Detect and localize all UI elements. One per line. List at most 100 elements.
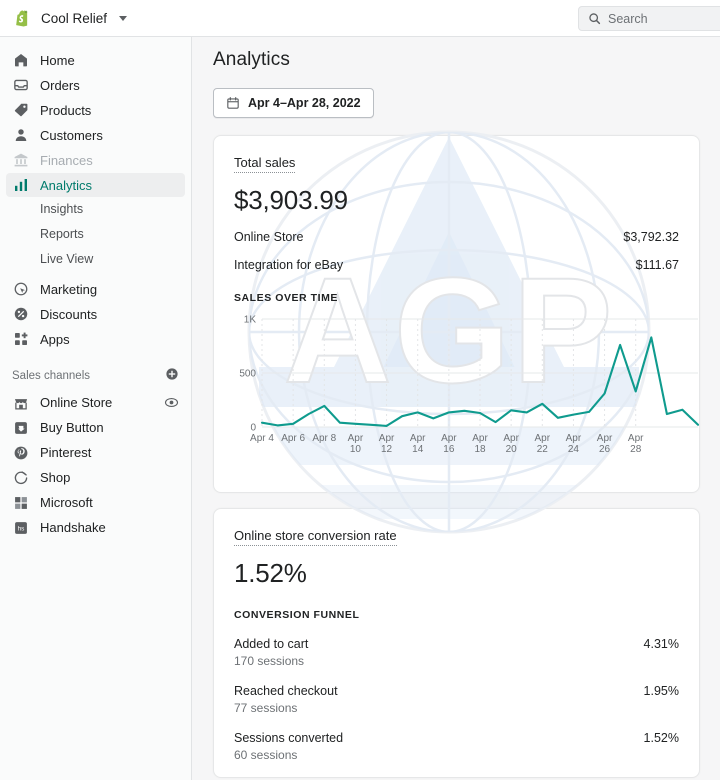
conversion-rate-value: 1.52% bbox=[234, 558, 307, 588]
funnel-row-sessions-converted: Sessions converted 60 sessions 1.52% bbox=[234, 731, 679, 762]
page-title: Analytics bbox=[213, 49, 290, 70]
sidebar-channel-buy-button[interactable]: Buy Button bbox=[6, 415, 185, 440]
y-axis-tick: 500 bbox=[239, 369, 256, 380]
sidebar-channel-pinterest[interactable]: Pinterest bbox=[6, 440, 185, 465]
shop-icon bbox=[12, 469, 29, 486]
funnel-label: Added to cart bbox=[234, 637, 309, 651]
x-axis-tick: Apr 26 bbox=[597, 433, 613, 455]
search-placeholder: Search bbox=[608, 11, 648, 26]
sidebar-channel-online-store[interactable]: Online Store bbox=[6, 390, 185, 415]
sidebar-channel-handshake[interactable]: hs Handshake bbox=[6, 515, 185, 540]
sidebar-subitem-label: Insights bbox=[40, 202, 84, 216]
online-store-icon bbox=[12, 394, 29, 411]
sidebar-subitem-live-view[interactable]: Live View bbox=[6, 247, 185, 271]
apps-grid-icon bbox=[12, 331, 29, 348]
sales-channels-header: Sales channels bbox=[12, 365, 179, 387]
sidebar-channel-shop[interactable]: Shop bbox=[6, 465, 185, 490]
sidebar-channel-label: Shop bbox=[40, 470, 71, 485]
sidebar-subitem-insights[interactable]: Insights bbox=[6, 197, 185, 221]
breakdown-label: Integration for eBay bbox=[234, 258, 344, 272]
calendar-icon bbox=[227, 97, 239, 109]
sidebar-item-label: Apps bbox=[40, 331, 70, 347]
x-axis-tick: Apr 18 bbox=[472, 433, 488, 455]
funnel-percent: 1.52% bbox=[643, 731, 679, 745]
sidebar-item-label: Customers bbox=[40, 127, 103, 143]
home-icon bbox=[12, 52, 29, 69]
total-sales-card: Total sales $3,903.99 Online Store $3,79… bbox=[213, 135, 700, 493]
shopify-admin-window: Cool Relief Search Home Orders Products … bbox=[0, 0, 720, 780]
x-axis-tick: Apr 22 bbox=[535, 433, 551, 455]
shopify-bag-icon bbox=[16, 10, 28, 27]
sidebar-channel-label: Microsoft bbox=[40, 495, 93, 510]
svg-text:hs: hs bbox=[17, 525, 24, 532]
sidebar-item-finances[interactable]: Finances bbox=[6, 148, 185, 172]
sidebar-item-analytics[interactable]: Analytics bbox=[6, 173, 185, 197]
funnel-label: Reached checkout bbox=[234, 684, 338, 698]
x-axis-tick: Apr 10 bbox=[348, 433, 364, 455]
sidebar-item-label: Products bbox=[40, 102, 92, 118]
sidebar-item-label: Discounts bbox=[40, 306, 98, 322]
x-axis-tick: Apr 6 bbox=[281, 433, 305, 444]
search-input[interactable]: Search bbox=[578, 6, 720, 31]
top-bar: Cool Relief Search bbox=[0, 0, 720, 37]
funnel-sessions: 77 sessions bbox=[234, 701, 298, 715]
x-axis-tick: Apr 24 bbox=[566, 433, 582, 455]
eye-icon[interactable] bbox=[164, 395, 179, 415]
total-sales-value: $3,903.99 bbox=[234, 185, 348, 215]
store-name: Cool Relief bbox=[41, 10, 108, 26]
sidebar-item-orders[interactable]: Orders bbox=[6, 73, 185, 97]
discounts-percent-icon bbox=[12, 306, 29, 323]
finances-bank-icon bbox=[12, 152, 29, 169]
sidebar-item-label: Finances bbox=[40, 152, 93, 168]
caret-down-icon bbox=[119, 15, 128, 21]
microsoft-grid-icon bbox=[12, 494, 29, 511]
orders-icon bbox=[12, 77, 29, 94]
breakdown-row-ebay: Integration for eBay $111.67 bbox=[234, 258, 679, 272]
sales-over-time-chart[interactable]: 0 500 1K Apr 4 Apr 6 Apr 8 Apr 10 Apr 12 Apr 14 Apr 1… bbox=[234, 313, 699, 463]
store-switcher[interactable]: Cool Relief bbox=[0, 8, 128, 28]
marketing-target-icon bbox=[12, 281, 29, 298]
buy-button-icon bbox=[12, 419, 29, 436]
sidebar-channel-label: Pinterest bbox=[40, 445, 92, 460]
sidebar-item-apps[interactable]: Apps bbox=[6, 327, 185, 351]
sidebar-subitem-label: Live View bbox=[40, 252, 94, 266]
x-axis-tick: Apr 8 bbox=[312, 433, 336, 444]
funnel-row-added-to-cart: Added to cart 170 sessions 4.31% bbox=[234, 637, 679, 668]
sidebar-item-customers[interactable]: Customers bbox=[6, 123, 185, 147]
sidebar-item-label: Home bbox=[40, 52, 75, 68]
y-axis-tick: 1K bbox=[244, 315, 257, 326]
sidebar-subitem-label: Reports bbox=[40, 227, 84, 241]
main-content: Analytics Apr 4–Apr 28, 2022 AGP Total s… bbox=[192, 37, 720, 780]
conversion-rate-metric-label[interactable]: Online store conversion rate bbox=[234, 528, 397, 546]
sidebar-item-products[interactable]: Products bbox=[6, 98, 185, 122]
total-sales-metric-label[interactable]: Total sales bbox=[234, 155, 296, 173]
sidebar-channel-label: Buy Button bbox=[40, 420, 104, 435]
y-axis-tick: 0 bbox=[250, 423, 256, 434]
sidebar-channel-label: Online Store bbox=[40, 395, 113, 410]
sidebar-item-home[interactable]: Home bbox=[6, 48, 185, 72]
analytics-bars-icon bbox=[12, 177, 29, 194]
date-range-picker-button[interactable]: Apr 4–Apr 28, 2022 bbox=[213, 88, 374, 118]
sidebar-item-marketing[interactable]: Marketing bbox=[6, 277, 185, 301]
sales-channels-title: Sales channels bbox=[12, 370, 90, 382]
funnel-percent: 1.95% bbox=[643, 684, 679, 698]
sidebar: Home Orders Products Customers Finances bbox=[0, 37, 192, 780]
sidebar-item-label: Analytics bbox=[40, 177, 93, 193]
funnel-sessions: 170 sessions bbox=[234, 654, 305, 668]
search-icon bbox=[589, 13, 601, 25]
handshake-hs-icon: hs bbox=[12, 519, 29, 536]
pinterest-icon bbox=[12, 444, 29, 461]
sidebar-subitem-reports[interactable]: Reports bbox=[6, 222, 185, 246]
sidebar-item-discounts[interactable]: Discounts bbox=[6, 302, 185, 326]
breakdown-value: $111.67 bbox=[635, 258, 679, 272]
sidebar-channel-microsoft[interactable]: Microsoft bbox=[6, 490, 185, 515]
breakdown-value: $3,792.32 bbox=[623, 230, 679, 244]
sidebar-item-label: Orders bbox=[40, 77, 80, 93]
funnel-label: Sessions converted bbox=[234, 731, 344, 745]
x-axis-tick: Apr 16 bbox=[441, 433, 457, 455]
x-axis-tick: Apr 4 bbox=[250, 433, 274, 444]
plus-circle-icon[interactable] bbox=[165, 367, 179, 386]
x-axis-tick: Apr 28 bbox=[628, 433, 644, 455]
conversion-funnel-heading: CONVERSION FUNNEL bbox=[234, 609, 360, 621]
sidebar-channel-label: Handshake bbox=[40, 520, 106, 535]
